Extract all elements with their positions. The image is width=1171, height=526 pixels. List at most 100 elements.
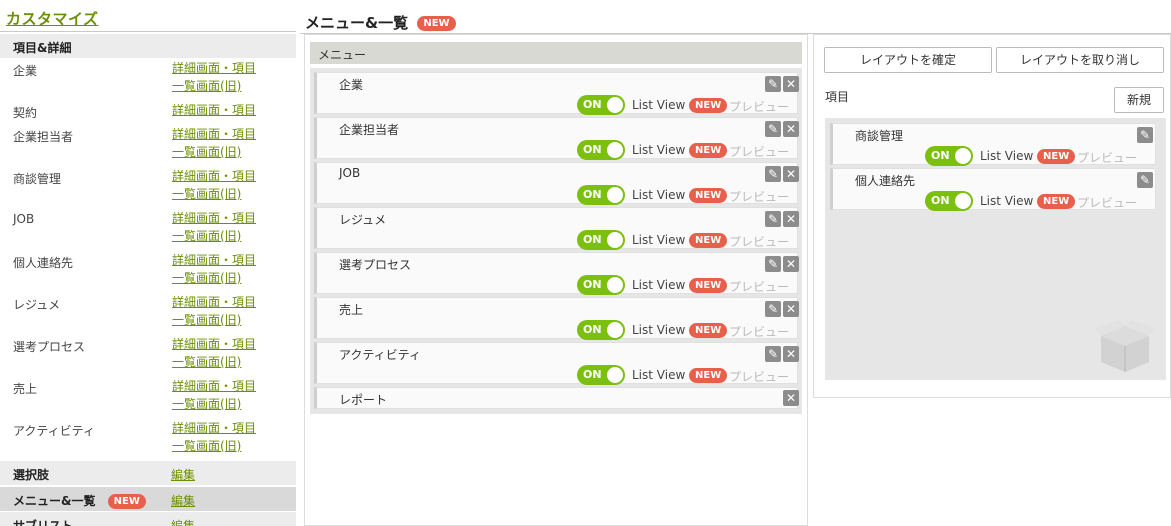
pencil-icon[interactable]: ✎: [765, 346, 781, 362]
list-view-toggle[interactable]: ON: [577, 140, 625, 160]
menu-item-report[interactable]: レポート ✕: [314, 387, 799, 409]
menu-item[interactable]: 企業 ✎ ✕ ON List View NEW プレビュー: [314, 72, 799, 115]
detail-link[interactable]: 詳細画面・項目: [172, 419, 256, 436]
list-link[interactable]: 一覧画面(旧): [172, 77, 241, 94]
list-view-toggle[interactable]: ON: [577, 95, 625, 115]
new-badge: NEW: [689, 368, 728, 383]
menu-item[interactable]: 選考プロセス ✎ ✕ ON List View NEW プレビュー: [314, 252, 799, 295]
section-options-header: 選択肢 編集: [0, 461, 296, 485]
pencil-icon[interactable]: ✎: [1137, 172, 1153, 188]
list-view-toggle[interactable]: ON: [577, 275, 625, 295]
close-icon[interactable]: ✕: [783, 256, 799, 272]
detail-link[interactable]: 詳細画面・項目: [172, 209, 256, 226]
list-view-toggle[interactable]: ON: [925, 191, 973, 211]
list-link[interactable]: 一覧画面(旧): [172, 395, 241, 412]
sidebar-item-label: JOB: [13, 212, 35, 226]
item-drop-area: 個人連絡先 ✎ ON List View NEW プレビュー 商談管理 ✎ ON List Vie…: [825, 118, 1166, 380]
layout-item[interactable]: 商談管理 ✎ ON List View NEW プレビュー: [830, 123, 1156, 166]
preview-link[interactable]: プレビュー: [729, 143, 789, 160]
menu-edit-link[interactable]: 編集: [171, 492, 195, 509]
sublist-edit-link[interactable]: 編集: [171, 517, 195, 526]
sidebar-title[interactable]: カスタマイズ: [6, 8, 99, 29]
preview-link[interactable]: プレビュー: [729, 323, 789, 340]
detail-link[interactable]: 詳細画面・項目: [172, 101, 256, 118]
toggle-knob: [607, 232, 623, 248]
menu-panel-header: メニュー: [310, 42, 802, 64]
toggle-knob: [607, 367, 623, 383]
close-icon[interactable]: ✕: [783, 121, 799, 137]
close-icon[interactable]: ✕: [783, 211, 799, 227]
list-view-toggle[interactable]: ON: [925, 146, 973, 166]
menu-item[interactable]: レジュメ ✎ ✕ ON List View NEW プレビュー: [314, 207, 799, 250]
menu-item-label: 選考プロセス: [339, 258, 412, 272]
menu-list: 企業 ✎ ✕ ON List View NEW プレビュー 企業担当者 ✎ ✕ ON List Vie…: [310, 68, 802, 414]
detail-link[interactable]: 詳細画面・項目: [172, 125, 256, 142]
close-icon[interactable]: ✕: [783, 76, 799, 92]
toggle-label: ON: [583, 143, 602, 156]
preview-link[interactable]: プレビュー: [729, 278, 789, 295]
pencil-icon[interactable]: ✎: [765, 256, 781, 272]
sidebar-item-company: 企業 詳細画面・項目 一覧画面(旧): [0, 58, 296, 100]
pencil-icon[interactable]: ✎: [765, 301, 781, 317]
list-link[interactable]: 一覧画面(旧): [172, 143, 241, 160]
list-view-toggle[interactable]: ON: [577, 185, 625, 205]
sidebar-item-label: 個人連絡先: [13, 256, 74, 270]
list-link[interactable]: 一覧画面(旧): [172, 353, 241, 370]
pencil-icon[interactable]: ✎: [765, 166, 781, 182]
cancel-layout-button[interactable]: レイアウトを取り消し: [996, 47, 1164, 73]
section-label: 項目&詳細: [13, 41, 72, 55]
list-link[interactable]: 一覧画面(旧): [172, 437, 241, 454]
close-icon[interactable]: ✕: [783, 166, 799, 182]
list-link[interactable]: 一覧画面(旧): [172, 185, 241, 202]
sidebar-item-label: アクティビティ: [13, 424, 95, 438]
confirm-layout-button[interactable]: レイアウトを確定: [824, 47, 992, 73]
layout-item[interactable]: 個人連絡先 ✎ ON List View NEW プレビュー: [830, 168, 1156, 211]
new-item-button[interactable]: 新規: [1114, 87, 1164, 113]
pencil-icon[interactable]: ✎: [765, 211, 781, 227]
list-view-label: List View: [632, 278, 686, 292]
close-icon[interactable]: ✕: [783, 390, 799, 406]
close-icon[interactable]: ✕: [783, 301, 799, 317]
detail-link[interactable]: 詳細画面・項目: [172, 251, 256, 268]
section-sublist-header: サブリスト 編集: [0, 512, 296, 526]
pencil-icon[interactable]: ✎: [765, 76, 781, 92]
detail-link[interactable]: 詳細画面・項目: [172, 293, 256, 310]
menu-item-label: レジュメ: [339, 213, 387, 227]
detail-link[interactable]: 詳細画面・項目: [172, 335, 256, 352]
menu-item-label: 企業: [339, 78, 364, 92]
preview-link[interactable]: プレビュー: [729, 188, 789, 205]
toggle-label: ON: [931, 149, 950, 162]
pencil-icon[interactable]: ✎: [1137, 127, 1153, 143]
toggle-label: ON: [583, 98, 602, 111]
pencil-icon[interactable]: ✎: [765, 121, 781, 137]
list-link[interactable]: 一覧画面(旧): [172, 269, 241, 286]
menu-item[interactable]: アクティビティ ✎ ✕ ON List View NEW プレビュー: [314, 342, 799, 385]
preview-link[interactable]: プレビュー: [729, 368, 789, 385]
list-link[interactable]: 一覧画面(旧): [172, 227, 241, 244]
detail-link[interactable]: 詳細画面・項目: [172, 377, 256, 394]
detail-link[interactable]: 詳細画面・項目: [172, 167, 256, 184]
toggle-label: ON: [583, 323, 602, 336]
list-link[interactable]: 一覧画面(旧): [172, 311, 241, 328]
preview-link[interactable]: プレビュー: [1077, 194, 1137, 211]
options-edit-link[interactable]: 編集: [171, 466, 195, 483]
new-badge: NEW: [689, 233, 728, 248]
menu-panel-title: メニュー: [318, 48, 367, 62]
menu-item[interactable]: 企業担当者 ✎ ✕ ON List View NEW プレビュー: [314, 117, 799, 160]
preview-link[interactable]: プレビュー: [1077, 149, 1137, 166]
items-label: 項目: [825, 90, 850, 104]
page-title: メニュー&一覧 NEW: [305, 12, 456, 33]
list-view-row: ON List View NEW プレビュー: [577, 95, 797, 115]
list-view-toggle[interactable]: ON: [577, 320, 625, 340]
menu-item[interactable]: JOB ✎ ✕ ON List View NEW プレビュー: [314, 162, 799, 205]
list-view-toggle[interactable]: ON: [577, 365, 625, 385]
menu-item[interactable]: 売上 ✎ ✕ ON List View NEW プレビュー: [314, 297, 799, 340]
toggle-label: ON: [583, 233, 602, 246]
section-label: サブリスト: [13, 519, 74, 526]
detail-link[interactable]: 詳細画面・項目: [172, 59, 256, 76]
preview-link[interactable]: プレビュー: [729, 233, 789, 250]
toggle-label: ON: [931, 194, 950, 207]
preview-link[interactable]: プレビュー: [729, 98, 789, 115]
close-icon[interactable]: ✕: [783, 346, 799, 362]
list-view-toggle[interactable]: ON: [577, 230, 625, 250]
